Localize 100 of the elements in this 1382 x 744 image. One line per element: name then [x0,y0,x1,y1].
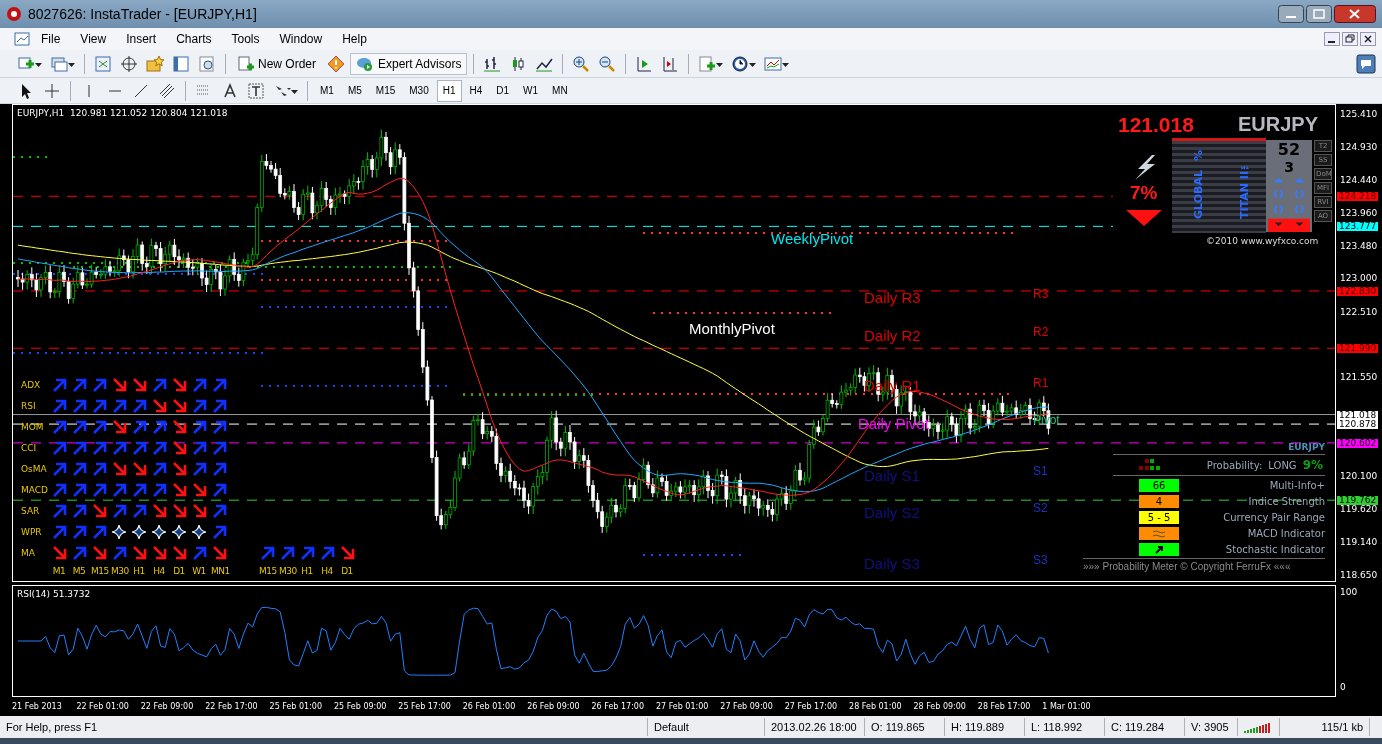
maximize-icon[interactable] [1306,5,1332,23]
restore-icon[interactable] [1342,32,1358,46]
crosshair-icon[interactable] [120,54,138,73]
menu-item[interactable]: Tools [222,32,269,46]
close-icon[interactable] [1334,5,1376,23]
terminal-icon[interactable] [172,54,190,73]
direction-label: LONG [1268,459,1297,471]
chat-icon[interactable] [1356,53,1376,74]
timeframe-button[interactable]: D1 [490,79,516,102]
clock-icon[interactable] [731,54,750,73]
pivot-label: Daily S2 [864,505,920,520]
market-watch-icon[interactable] [94,54,112,73]
menu-item[interactable]: Help [333,32,376,46]
up-arrow-icon [91,376,107,393]
timeframe-label: D1 [172,566,186,576]
pivot-label: Daily R3 [864,290,921,305]
templates-icon[interactable] [764,54,783,73]
up-arrow-icon [51,439,67,456]
minimize-icon[interactable] [1278,5,1304,23]
minimize-icon[interactable] [1324,32,1340,46]
indicators-icon[interactable] [698,54,717,73]
up-arrow-icon [259,544,275,561]
menu-item[interactable]: Charts [167,32,221,46]
timeframe-button[interactable]: M30 [403,79,435,102]
price-badge: 123.777 [1337,222,1379,232]
indicator-name: Currency Pair Range [1223,511,1325,523]
bar-time: 2013.02.26 18:00 [765,718,865,736]
count-reading: 3 [1284,159,1294,175]
close-icon[interactable] [1360,32,1376,46]
chart-window-icon[interactable] [14,31,30,47]
timeframe-button[interactable]: M1 [314,79,340,102]
up-arrow-icon [51,397,67,414]
up-arrow-icon [191,418,207,435]
menu-item[interactable]: File [32,32,70,46]
timeframe-button[interactable]: H4 [463,79,489,102]
down-arrow-icon [171,460,187,477]
up-arrow-icon [71,502,87,519]
probability-reading: 9% [1302,458,1323,472]
up-arrow-icon [211,502,227,519]
percent-reading: 7% [1130,182,1158,204]
axis-tick-label: 118.650 [1340,570,1378,582]
axis-tick-label: 125.410 [1340,109,1378,120]
bar-chart-icon[interactable] [483,54,502,73]
up-arrow-icon [211,418,227,435]
timeframe-button[interactable]: M15 [369,79,402,102]
up-arrow-icon [91,481,107,498]
up-arrow-icon [111,544,127,561]
price-reading: 121.018 [1118,113,1194,137]
down-triangle-icon [1126,210,1162,226]
up-arrow-icon [151,481,167,498]
menu-item[interactable]: Window [270,32,332,46]
timeframe-button[interactable]: M5 [341,79,368,102]
star-icon [111,523,127,540]
folder-star-icon[interactable] [146,54,164,73]
indicator-label: CCI [21,442,38,453]
zoom-out-icon[interactable] [598,54,617,73]
warning-icon[interactable] [327,54,345,73]
axis-tick-label: 123.960 [1340,207,1378,219]
up-arrow-icon [111,439,127,456]
expert-advisors-button[interactable]: Expert Advisors [350,52,468,75]
timeframe-label: M15 [91,566,107,576]
up-arrow-icon [211,523,227,540]
up-arrow-icon [111,397,127,414]
up-arrow-icon [71,544,87,561]
axis-tick-label: 124.930 [1340,141,1378,153]
text-label-icon[interactable] [247,81,265,100]
zoom-in-icon[interactable] [572,54,591,73]
indicator-badge: 5 - 5 [1139,510,1179,524]
timeframe-button[interactable]: W1 [517,79,545,102]
timeframe-button[interactable]: MN [546,79,574,102]
price-badge: 121.018 [1337,410,1379,420]
tester-icon[interactable] [198,54,216,73]
time-axis-label: 28 Feb 17:00 [977,701,1032,711]
text-icon[interactable] [221,81,239,100]
timeframe-label: H4 [152,566,166,576]
channel-icon[interactable] [158,81,176,100]
down-arrow-icon [191,502,207,519]
axis-tick-label: 123.480 [1340,240,1378,252]
down-arrow-icon [171,544,187,561]
chart-shift-icon[interactable] [661,54,680,73]
down-arrow-icon [111,418,127,435]
up-arrow-icon [71,481,87,498]
timeframe-button[interactable]: H1 [436,79,462,102]
symbol-label: EURJPY [1238,113,1319,136]
play-badge-icon [356,55,374,72]
up-arrow-icon [151,439,167,456]
new-order-button[interactable]: New Order [232,52,322,75]
up-arrow-icon [91,397,107,414]
crosshair-icon[interactable] [43,81,61,100]
chart-symbol-label: EURJPY,H1 120.981 121.052 120.804 121.018 [17,108,228,118]
signal-arrows-icon [1267,175,1311,232]
up-arrow-icon [51,502,67,519]
up-arrow-icon [131,397,147,414]
up-arrow-icon [151,460,167,477]
up-arrow-icon [211,376,227,393]
indicator-label: MA [21,547,36,558]
menu-item[interactable]: Insert [117,32,166,46]
status-text: For Help, press F1 [0,718,648,736]
menu-item[interactable]: View [71,32,116,46]
auto-scroll-icon[interactable] [635,54,654,73]
